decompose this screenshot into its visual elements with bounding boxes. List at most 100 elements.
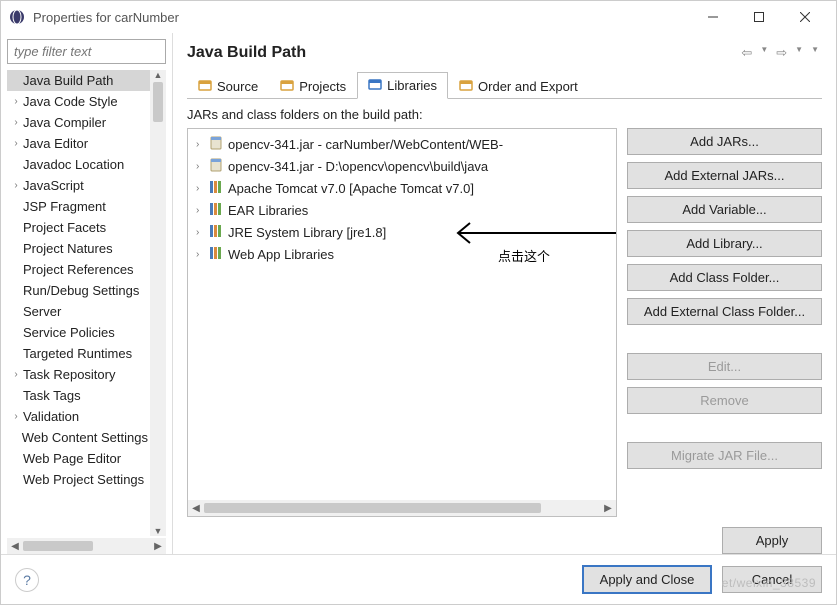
sidebar-item-javadoc-location[interactable]: Javadoc Location <box>7 154 150 175</box>
sidebar-item-label: Task Tags <box>23 388 81 403</box>
nav-back-icon[interactable]: ⇦ <box>738 43 755 63</box>
remove-button[interactable]: Remove <box>627 387 822 414</box>
chevron-right-icon: › <box>196 249 208 260</box>
sidebar-item-label: Web Content Settings <box>22 430 148 445</box>
apply-button[interactable]: Apply <box>722 527 822 554</box>
sidebar-item-run-debug-settings[interactable]: Run/Debug Settings <box>7 280 150 301</box>
sidebar-item-java-build-path[interactable]: Java Build Path <box>7 70 150 91</box>
chevron-right-icon: › <box>9 96 23 107</box>
close-button[interactable] <box>782 3 828 31</box>
filter-input[interactable] <box>7 39 166 64</box>
sidebar-item-task-tags[interactable]: Task Tags <box>7 385 150 406</box>
sidebar-item-label: Project References <box>23 262 134 277</box>
sidebar-item-label: Java Build Path <box>23 73 113 88</box>
sidebar-item-label: Project Natures <box>23 241 113 256</box>
add-class-folder-button[interactable]: Add Class Folder... <box>627 264 822 291</box>
window-title: Properties for carNumber <box>33 10 690 25</box>
sidebar-item-label: Java Compiler <box>23 115 106 130</box>
migrate-jar-button[interactable]: Migrate JAR File... <box>627 442 822 469</box>
sidebar-item-label: Java Code Style <box>23 94 118 109</box>
add-jars-button[interactable]: Add JARs... <box>627 128 822 155</box>
dropdown-icon[interactable]: ▼ <box>757 43 771 63</box>
cancel-button[interactable]: Cancel <box>722 566 822 593</box>
list-item[interactable]: ›opencv-341.jar - carNumber/WebContent/W… <box>188 133 616 155</box>
add-variable-button[interactable]: Add Variable... <box>627 196 822 223</box>
nav-history: ⇦▼ ⇨▼ ▼ <box>738 43 822 63</box>
sidebar-item-label: JavaScript <box>23 178 84 193</box>
minimize-button[interactable] <box>690 3 736 31</box>
tab-libraries[interactable]: Libraries <box>357 72 448 99</box>
sidebar-item-javascript[interactable]: ›JavaScript <box>7 175 150 196</box>
tab-projects[interactable]: Projects <box>269 72 357 99</box>
sidebar-scrollbar-vertical[interactable]: ▲ ▼ <box>150 70 166 536</box>
dropdown-icon[interactable]: ▼ <box>792 43 806 63</box>
list-item-label: Apache Tomcat v7.0 [Apache Tomcat v7.0] <box>228 181 474 196</box>
tab-icon <box>368 77 382 94</box>
maximize-button[interactable] <box>736 3 782 31</box>
page-title: Java Build Path <box>187 44 306 62</box>
apply-and-close-button[interactable]: Apply and Close <box>582 565 712 594</box>
sidebar-item-project-natures[interactable]: Project Natures <box>7 238 150 259</box>
list-item[interactable]: › Web App Libraries <box>188 243 616 265</box>
list-item-label: opencv-341.jar - D:\opencv\opencv\build\… <box>228 159 488 174</box>
category-tree[interactable]: Java Build Path›Java Code Style›Java Com… <box>7 70 150 536</box>
tab-source[interactable]: Source <box>187 72 269 99</box>
sidebar-item-java-editor[interactable]: ›Java Editor <box>7 133 150 154</box>
sidebar-item-validation[interactable]: ›Validation <box>7 406 150 427</box>
sidebar-item-label: Project Facets <box>23 220 106 235</box>
list-item-label: Web App Libraries <box>228 247 334 262</box>
tab-label: Projects <box>299 79 346 94</box>
chevron-right-icon: › <box>196 161 208 172</box>
help-icon[interactable]: ? <box>15 568 39 592</box>
add-external-jars-button[interactable]: Add External JARs... <box>627 162 822 189</box>
sidebar-item-project-references[interactable]: Project References <box>7 259 150 280</box>
chevron-right-icon: › <box>196 205 208 216</box>
sidebar-item-web-page-editor[interactable]: Web Page Editor <box>7 448 150 469</box>
sidebar-item-label: Service Policies <box>23 325 115 340</box>
sidebar-scrollbar-horizontal[interactable]: ◀ ▶ <box>7 538 166 554</box>
add-library-button[interactable]: Add Library... <box>627 230 822 257</box>
tab-order-and-export[interactable]: Order and Export <box>448 72 589 99</box>
nav-forward-icon[interactable]: ⇨ <box>773 43 790 63</box>
sidebar-item-service-policies[interactable]: Service Policies <box>7 322 150 343</box>
dropdown-icon[interactable]: ▼ <box>808 43 822 63</box>
sidebar-item-label: Targeted Runtimes <box>23 346 132 361</box>
sidebar-item-java-compiler[interactable]: ›Java Compiler <box>7 112 150 133</box>
list-item-label: opencv-341.jar - carNumber/WebContent/WE… <box>228 137 503 152</box>
tab-label: Order and Export <box>478 79 578 94</box>
sidebar-item-label: Run/Debug Settings <box>23 283 139 298</box>
sidebar-item-label: JSP Fragment <box>23 199 106 214</box>
sidebar-item-targeted-runtimes[interactable]: Targeted Runtimes <box>7 343 150 364</box>
edit-button[interactable]: Edit... <box>627 353 822 380</box>
sidebar-item-web-project-settings[interactable]: Web Project Settings <box>7 469 150 490</box>
list-item[interactable]: ›EAR Libraries <box>188 199 616 221</box>
sidebar-item-server[interactable]: Server <box>7 301 150 322</box>
sidebar: Java Build Path›Java Code Style›Java Com… <box>1 33 173 554</box>
jar-icon <box>208 135 228 154</box>
chevron-right-icon: › <box>196 183 208 194</box>
chevron-right-icon: › <box>9 138 23 149</box>
sidebar-item-project-facets[interactable]: Project Facets <box>7 217 150 238</box>
sidebar-item-web-content-settings[interactable]: Web Content Settings <box>7 427 150 448</box>
main-panel: Java Build Path ⇦▼ ⇨▼ ▼ SourceProjectsLi… <box>173 33 836 554</box>
tab-icon <box>280 78 294 95</box>
library-icon <box>208 201 228 220</box>
tab-label: Source <box>217 79 258 94</box>
add-external-class-folder-button[interactable]: Add External Class Folder... <box>627 298 822 325</box>
list-heading: JARs and class folders on the build path… <box>187 107 822 122</box>
sidebar-item-label: Validation <box>23 409 79 424</box>
chevron-right-icon: › <box>9 117 23 128</box>
list-item[interactable]: ›JRE System Library [jre1.8] <box>188 221 616 243</box>
sidebar-item-java-code-style[interactable]: ›Java Code Style <box>7 91 150 112</box>
library-icon <box>208 245 228 264</box>
library-icon <box>208 223 228 242</box>
list-item[interactable]: › opencv-341.jar - D:\opencv\opencv\build… <box>188 155 616 177</box>
sidebar-item-task-repository[interactable]: ›Task Repository <box>7 364 150 385</box>
sidebar-item-jsp-fragment[interactable]: JSP Fragment <box>7 196 150 217</box>
list-item[interactable]: › Apache Tomcat v7.0 [Apache Tomcat v7.0] <box>188 177 616 199</box>
sidebar-item-label: Task Repository <box>23 367 115 382</box>
list-scrollbar-horizontal[interactable]: ◀▶ <box>188 500 616 516</box>
eclipse-icon <box>9 9 25 25</box>
jar-list[interactable]: › opencv-341.jar - carNumber/WebContent/W… <box>187 128 617 517</box>
tab-label: Libraries <box>387 78 437 93</box>
